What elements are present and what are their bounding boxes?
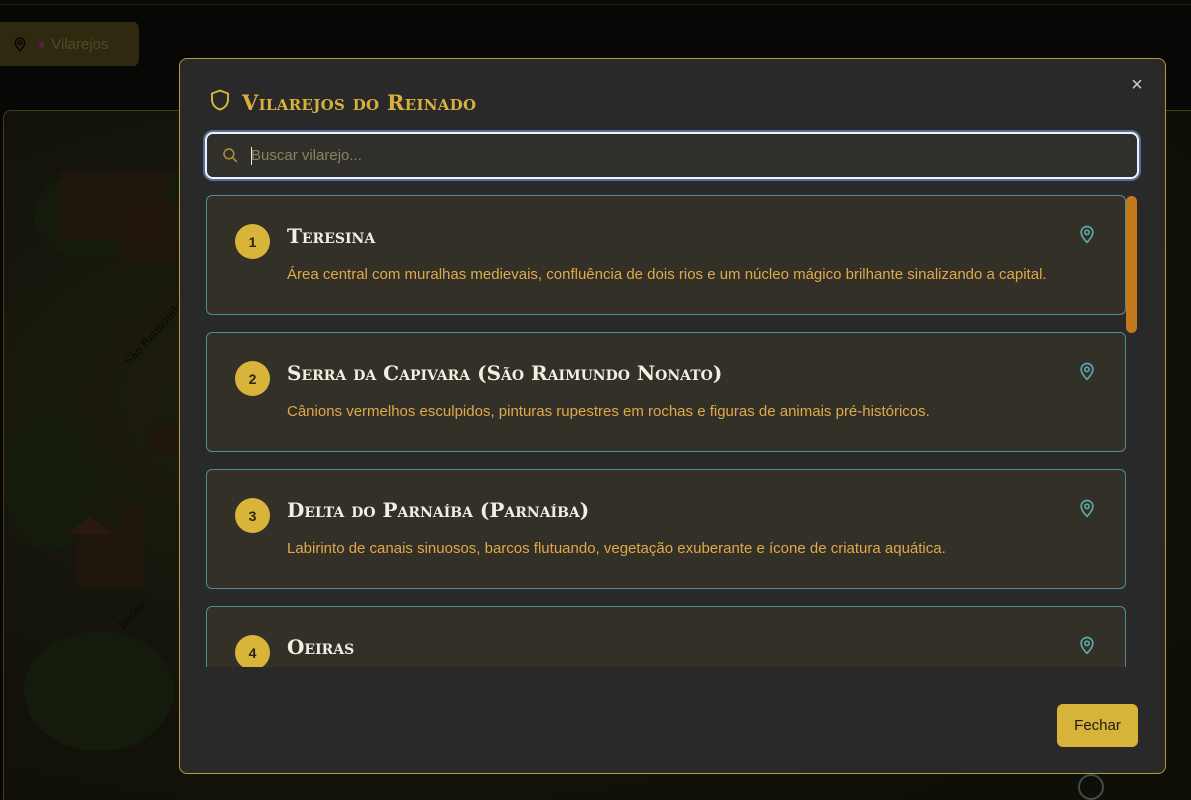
village-number-badge: 2 <box>235 361 270 396</box>
village-number-badge: 3 <box>235 498 270 533</box>
village-number-badge: 4 <box>235 635 270 667</box>
map-pin-icon[interactable] <box>1077 497 1097 524</box>
village-name: Oeiras <box>287 635 355 659</box>
map-pin-icon[interactable] <box>1077 360 1097 387</box>
village-description: Área central com muralhas medievais, con… <box>287 266 1047 283</box>
village-name: Delta do Parnaíba (Parnaíba) <box>287 498 590 522</box>
modal-title-text: Vilarejos do Reinado <box>242 90 477 115</box>
village-card[interactable]: 4 Oeiras <box>206 606 1126 667</box>
list-scrollbar[interactable] <box>1126 196 1137 666</box>
villages-modal: × Vilarejos do Reinado 1 Teresina Área c… <box>179 58 1166 774</box>
map-marker-icon[interactable] <box>1078 774 1104 800</box>
village-name: Serra da Capivara (São Raimundo Nonato) <box>287 361 723 385</box>
shield-icon <box>208 87 232 118</box>
villages-list[interactable]: 1 Teresina Área central com muralhas med… <box>206 195 1139 667</box>
search-input[interactable] <box>251 134 1121 177</box>
map-pin-icon[interactable] <box>1077 223 1097 250</box>
close-button[interactable]: Fechar <box>1057 704 1138 747</box>
village-number-badge: 1 <box>235 224 270 259</box>
text-caret <box>251 147 252 165</box>
village-card[interactable]: 2 Serra da Capivara (São Raimundo Nonato… <box>206 332 1126 452</box>
scrollbar-thumb[interactable] <box>1126 196 1137 333</box>
search-box[interactable] <box>205 132 1139 179</box>
village-card[interactable]: 3 Delta do Parnaíba (Parnaíba) Labirinto… <box>206 469 1126 589</box>
village-description: Labirinto de canais sinuosos, barcos flu… <box>287 540 946 557</box>
village-description: Cânions vermelhos esculpidos, pinturas r… <box>287 403 930 420</box>
village-name: Teresina <box>287 224 376 248</box>
modal-title: Vilarejos do Reinado <box>208 87 476 118</box>
village-card[interactable]: 1 Teresina Área central com muralhas med… <box>206 195 1126 315</box>
close-icon[interactable]: × <box>1127 75 1147 95</box>
map-pin-icon[interactable] <box>1077 634 1097 661</box>
